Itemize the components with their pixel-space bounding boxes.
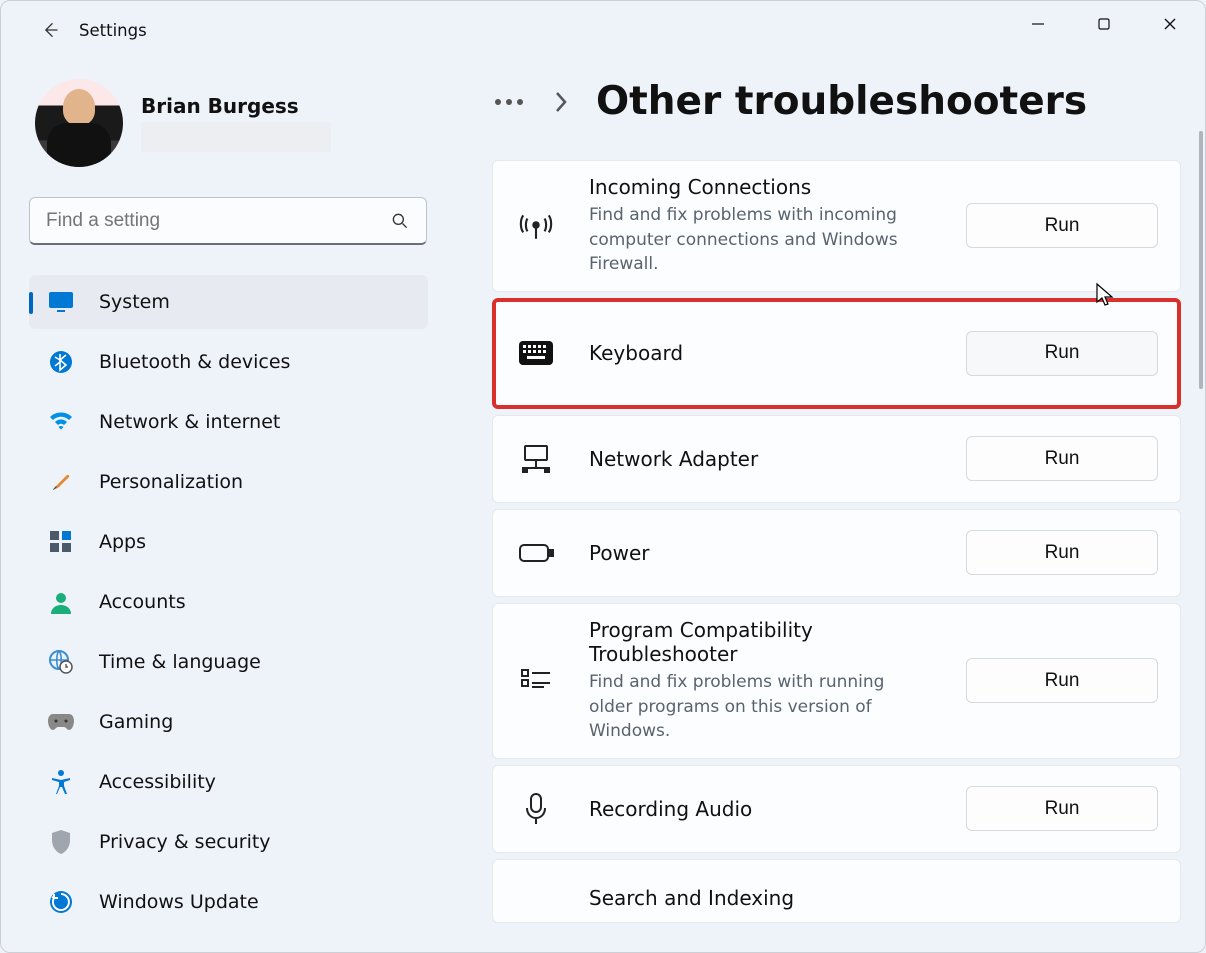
troubleshooter-title: Keyboard [589,341,924,365]
troubleshooter-title: Power [589,541,924,565]
sidebar-item-label: Time & language [99,651,261,673]
troubleshooter-desc: Find and fix problems with incoming comp… [589,203,924,277]
run-button[interactable]: Run [966,786,1158,831]
maximize-button[interactable] [1073,5,1135,43]
profile-block[interactable]: Brian Burgess [29,79,428,167]
sidebar-item-network[interactable]: Network & internet [29,395,428,449]
troubleshooter-title: Search and Indexing [589,886,924,910]
main-content: Other troubleshooters Incoming Connectio… [446,69,1205,952]
sidebar-item-accounts[interactable]: Accounts [29,575,428,629]
breadcrumb-header: Other troubleshooters [492,79,1181,124]
run-button[interactable]: Run [966,530,1158,575]
page-title: Other troubleshooters [596,79,1087,124]
antenna-icon [515,205,557,247]
sidebar-item-label: Accessibility [99,771,216,793]
troubleshooter-program-compatibility: Program Compatibility Troubleshooter Fin… [492,603,1181,759]
maximize-icon [1097,17,1111,31]
sidebar-item-label: Windows Update [99,891,259,913]
troubleshooter-network-adapter: Network Adapter Run [492,415,1181,503]
globe-clock-icon [47,648,75,676]
sidebar: Brian Burgess System Bluetooth & devices [1,69,446,952]
sidebar-item-accessibility[interactable]: Accessibility [29,755,428,809]
profile-subtext [141,122,331,152]
sidebar-item-label: System [99,291,170,313]
troubleshooter-list: Incoming Connections Find and fix proble… [492,160,1181,923]
wifi-icon [47,408,75,436]
bluetooth-icon [47,348,75,376]
sidebar-item-personalization[interactable]: Personalization [29,455,428,509]
sidebar-item-privacy[interactable]: Privacy & security [29,815,428,869]
sidebar-item-label: Apps [99,531,146,553]
troubleshooter-desc: Find and fix problems with running older… [589,670,924,744]
sidebar-item-label: Personalization [99,471,243,493]
troubleshooter-power: Power Run [492,509,1181,597]
update-icon [47,888,75,916]
avatar [35,79,123,167]
network-adapter-icon [515,438,557,480]
run-button[interactable]: Run [966,203,1158,248]
run-button[interactable]: Run [966,331,1158,376]
search-icon [390,211,410,231]
ellipsis-icon [494,98,524,106]
apps-icon [47,528,75,556]
window-controls [1007,5,1201,43]
paintbrush-icon [47,468,75,496]
troubleshooter-title: Incoming Connections [589,175,924,199]
back-button[interactable] [31,11,69,49]
troubleshooter-search-indexing: Search and Indexing Run [492,859,1181,923]
sidebar-item-system[interactable]: System [29,275,428,329]
back-arrow-icon [40,20,60,40]
scrollbar[interactable] [1199,69,1203,629]
troubleshooter-recording-audio: Recording Audio Run [492,765,1181,853]
run-button[interactable]: Run [966,436,1158,481]
sidebar-item-label: Gaming [99,711,173,733]
breadcrumb-more-button[interactable] [492,85,526,119]
troubleshooter-title: Network Adapter [589,447,924,471]
sidebar-item-label: Network & internet [99,411,280,433]
titlebar: Settings [1,1,1205,59]
window-title: Settings [79,21,147,40]
sidebar-item-bluetooth[interactable]: Bluetooth & devices [29,335,428,389]
battery-icon [515,532,557,574]
troubleshooter-title: Program Compatibility Troubleshooter [589,618,924,666]
sidebar-item-label: Privacy & security [99,831,271,853]
person-icon [47,588,75,616]
search-box[interactable] [29,197,427,245]
monitor-icon [47,288,75,316]
run-button[interactable]: Run [966,658,1158,703]
close-icon [1163,17,1177,31]
search-input[interactable] [46,210,390,232]
sidebar-item-time-language[interactable]: Time & language [29,635,428,689]
troubleshooter-title: Recording Audio [589,797,924,821]
nav-list: System Bluetooth & devices Network & int… [29,275,428,929]
troubleshooter-keyboard: Keyboard Run [492,298,1181,409]
sidebar-item-apps[interactable]: Apps [29,515,428,569]
scrollbar-thumb[interactable] [1199,131,1203,389]
close-button[interactable] [1139,5,1201,43]
minimize-icon [1031,17,1045,31]
minimize-button[interactable] [1007,5,1069,43]
compatibility-icon [515,660,557,702]
shield-icon [47,828,75,856]
sidebar-item-gaming[interactable]: Gaming [29,695,428,749]
keyboard-icon [515,332,557,374]
accessibility-icon [47,768,75,796]
sidebar-item-update[interactable]: Windows Update [29,875,428,929]
sidebar-item-label: Accounts [99,591,186,613]
microphone-icon [515,788,557,830]
gamepad-icon [47,708,75,736]
chevron-right-icon [554,91,568,113]
troubleshooter-incoming-connections: Incoming Connections Find and fix proble… [492,160,1181,292]
profile-name: Brian Burgess [141,94,331,118]
sidebar-item-label: Bluetooth & devices [99,351,290,373]
